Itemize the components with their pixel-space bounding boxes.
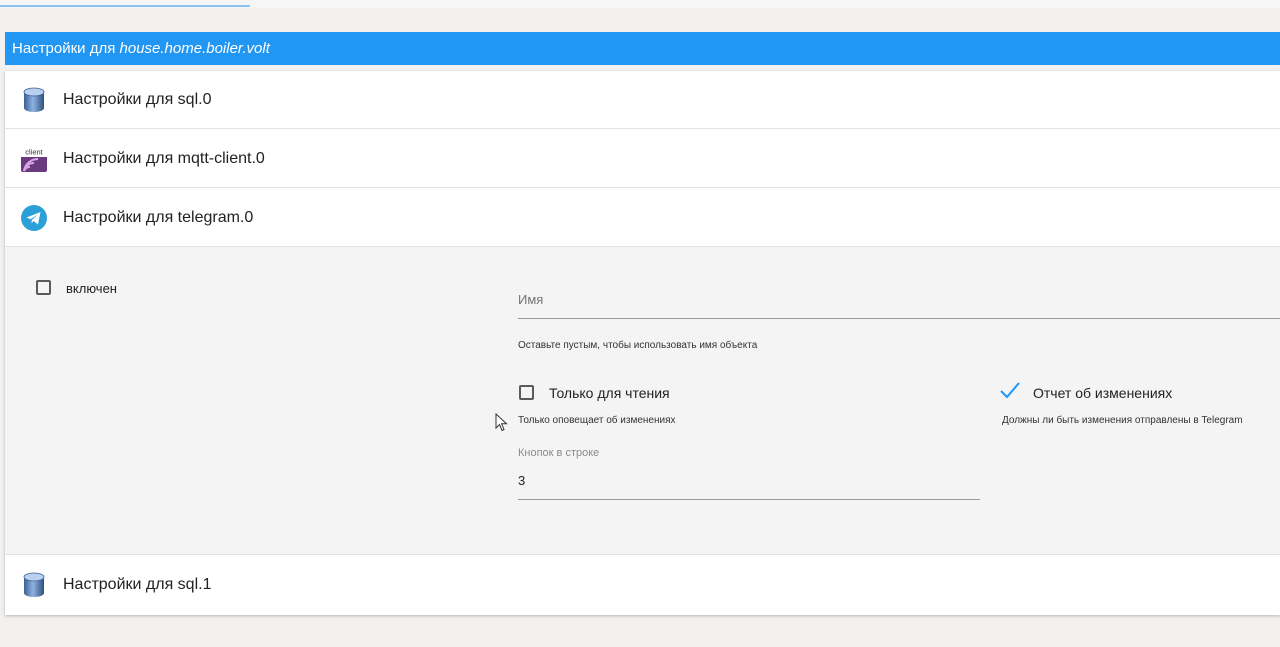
header-prefix: Настройки для: [12, 40, 120, 57]
report-check-icon[interactable]: [999, 381, 1021, 401]
panel-header: Настройки для house.home.boiler.volt: [5, 32, 1280, 65]
mqtt-client-icon: client: [21, 146, 47, 172]
mqtt-icon-text: client: [25, 148, 43, 157]
adapter-label: Настройки для sql.1: [63, 576, 212, 593]
adapter-row-telegram-0[interactable]: Настройки для telegram.0: [5, 189, 1280, 247]
name-helper-text: Оставьте пустым, чтобы использовать имя …: [518, 340, 758, 351]
settings-panel: Настройки для sql.0 client Настройки для…: [5, 71, 1280, 615]
telegram-icon: [21, 205, 47, 231]
readonly-checkbox[interactable]: [519, 385, 534, 400]
buttons-per-row-underline: [518, 499, 980, 500]
header-object-id: house.home.boiler.volt: [119, 40, 270, 57]
readonly-label: Только для чтения: [549, 385, 670, 401]
buttons-per-row-label: Кнопок в строке: [518, 447, 600, 459]
report-label: Отчет об изменениях: [1033, 385, 1173, 401]
adapter-row-sql-1[interactable]: Настройки для sql.1: [5, 556, 1280, 614]
enabled-label: включен: [66, 281, 117, 296]
name-input[interactable]: [518, 287, 1280, 311]
adapter-row-mqtt-client-0[interactable]: client Настройки для mqtt-client.0: [5, 130, 1280, 188]
adapter-label: Настройки для mqtt-client.0: [63, 149, 265, 167]
readonly-helper-text: Только оповещает об изменениях: [518, 415, 676, 426]
database-icon: [23, 572, 45, 597]
buttons-per-row-value[interactable]: 3: [518, 473, 525, 488]
database-icon: [23, 87, 45, 112]
name-input-underline: [518, 318, 1280, 319]
adapter-label: Настройки для sql.0: [63, 90, 212, 108]
mouse-cursor-icon: [495, 413, 508, 432]
report-helper-text: Должны ли быть изменения отправлены в Te…: [1002, 415, 1243, 426]
adapter-label: Настройки для telegram.0: [63, 208, 254, 226]
active-tab-indicator: [0, 5, 250, 7]
enabled-checkbox[interactable]: [36, 280, 51, 295]
telegram-settings-area: включен Оставьте пустым, чтобы использов…: [5, 247, 1280, 555]
adapter-row-sql-0[interactable]: Настройки для sql.0: [5, 71, 1280, 129]
